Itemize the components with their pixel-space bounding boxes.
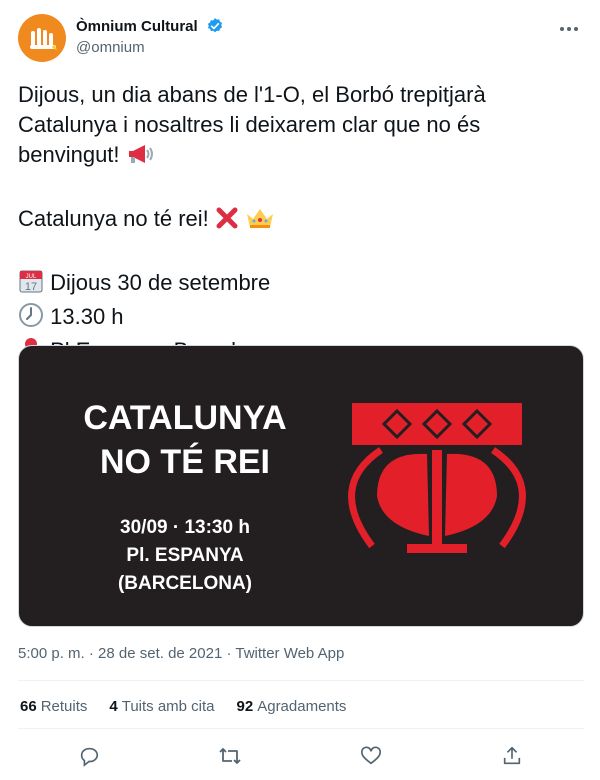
megaphone-icon <box>126 142 154 174</box>
avatar[interactable] <box>18 14 66 62</box>
tweet-line: Dijous, un dia abans de l'1-O, el Borbó … <box>18 82 486 107</box>
divider <box>18 728 584 729</box>
retweet-icon[interactable] <box>216 742 244 770</box>
quotes-stat[interactable]: 4 Tuits amb cita <box>109 698 214 715</box>
handle[interactable]: @omnium <box>76 39 224 56</box>
tweet-text: Dijous, un dia abans de l'1-O, el Borbó … <box>18 80 584 370</box>
crossed-crown-logo-icon <box>348 403 526 553</box>
retweets-count: 66 <box>20 698 37 715</box>
verified-badge-icon <box>208 18 223 33</box>
quotes-count: 4 <box>109 698 118 715</box>
retweets-stat[interactable]: 66 Retuits <box>20 698 87 715</box>
action-bar <box>0 742 600 770</box>
omnium-logo-icon <box>30 28 57 50</box>
share-icon[interactable] <box>498 742 526 770</box>
tweet-line: benvingut! <box>18 142 120 167</box>
event-time: 13.30 h <box>50 304 124 329</box>
like-icon[interactable] <box>357 742 385 770</box>
likes-stat[interactable]: 92 Agradaments <box>237 698 347 715</box>
image-headline-line: CATALUNYA <box>83 399 287 437</box>
image-subtext-line: (BARCELONA) <box>117 573 253 594</box>
divider <box>18 680 584 681</box>
clock-icon <box>18 302 44 336</box>
quotes-label: Tuits amb cita <box>121 698 215 715</box>
calendar-month: JUL <box>26 274 37 280</box>
tweet-line: Catalunya no té rei! <box>18 206 209 231</box>
crown-icon <box>245 206 275 238</box>
image-headline: CATALUNYA NO TÉ REI <box>65 396 305 484</box>
author-block: Òmnium Cultural @omnium <box>76 17 224 56</box>
tweet-image[interactable]: CATALUNYA NO TÉ REI 30/09 · 13:30 h Pl. … <box>18 345 584 627</box>
display-name[interactable]: Òmnium Cultural <box>76 18 198 35</box>
image-subtext-line: Pl. ESPANYA <box>126 545 244 566</box>
tweet-line: Catalunya i nosaltres li deixarem clar q… <box>18 112 481 137</box>
image-subtext: 30/09 · 13:30 h Pl. ESPANYA (BARCELONA) <box>65 514 305 598</box>
likes-count: 92 <box>236 698 254 715</box>
image-subtext-line: 30/09 · 13:30 h <box>120 517 250 538</box>
event-date: Dijous 30 de setembre <box>50 270 271 295</box>
more-icon[interactable] <box>556 16 582 42</box>
image-headline-line: NO TÉ REI <box>99 443 271 481</box>
reply-icon[interactable] <box>75 742 103 770</box>
cross-mark-icon <box>215 206 239 238</box>
retweets-label: Retuits <box>40 698 88 715</box>
likes-label: Agradaments <box>257 698 347 715</box>
calendar-day: 17 <box>25 281 37 293</box>
tweet-stats: 66 Retuits 4 Tuits amb cita 92 Agradaments <box>20 698 346 715</box>
tweet: Òmnium Cultural @omnium Dijous, un dia a… <box>0 0 600 780</box>
calendar-icon: JUL 17 <box>18 268 44 302</box>
tweet-timestamp[interactable]: 5:00 p. m. · 28 de set. de 2021 · Twitte… <box>18 645 344 662</box>
